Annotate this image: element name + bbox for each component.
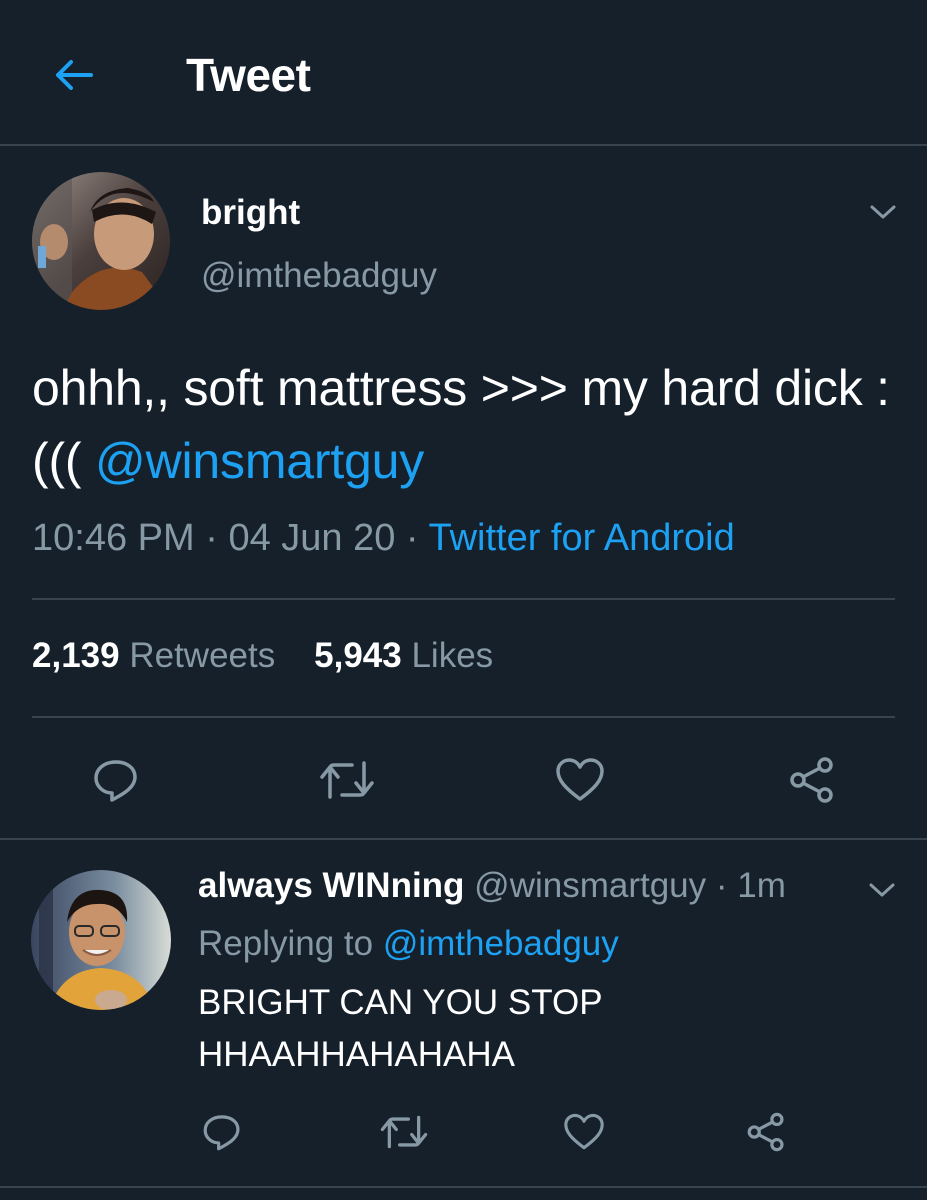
tweet-text: ohhh,, soft mattress >>> my hard dick :(… [32, 352, 912, 498]
reply-author-avatar[interactable] [31, 870, 171, 1010]
reply-menu-button[interactable] [862, 870, 902, 910]
replying-label: Replying to [198, 924, 383, 963]
replying-to-link[interactable]: @imthebadguy [383, 924, 619, 963]
like-button[interactable] [550, 752, 610, 808]
likes-count: 5,943 [314, 636, 402, 675]
tweet-mention-link[interactable]: @winsmartguy [95, 433, 424, 489]
tweet-menu-button[interactable] [863, 192, 903, 232]
tweet-meta: 10:46 PM · 04 Jun 20 · Twitter for Andro… [32, 517, 735, 560]
reply-header: always WINning @winsmartguy · 1m [198, 866, 786, 906]
reply-text: BRIGHT CAN YOU STOP HHAAHHAHAHAHA [198, 983, 603, 1074]
meta-separator: · [395, 517, 429, 559]
meta-separator: · [194, 517, 229, 559]
top-bar: Tweet [0, 0, 927, 146]
share-button[interactable] [782, 752, 842, 808]
like-icon [556, 758, 604, 801]
divider [32, 598, 895, 600]
chevron-down-icon [869, 883, 895, 897]
reply-separator: · [706, 866, 738, 905]
reply-button[interactable] [86, 752, 146, 808]
back-button[interactable] [46, 48, 100, 102]
tweet-date: 04 Jun 20 [228, 517, 396, 559]
comment-icon [203, 1115, 240, 1151]
likes-stat[interactable]: 5,943 Likes [314, 636, 493, 675]
divider [0, 838, 927, 840]
retweet-icon [320, 761, 374, 799]
page-title: Tweet [186, 49, 311, 101]
likes-label: Likes [411, 636, 494, 675]
like-icon [564, 1113, 604, 1150]
retweet-button[interactable] [314, 752, 380, 808]
chevron-down-icon [870, 205, 896, 219]
retweet-icon [380, 1115, 428, 1149]
tweet-time: 10:46 PM [32, 517, 195, 559]
tweet-stats: 2,139 Retweets 5,943 Likes [32, 636, 493, 676]
reply-comment-button[interactable] [198, 1108, 246, 1156]
comment-icon [94, 760, 137, 802]
tweet-source-link[interactable]: Twitter for Android [428, 517, 734, 559]
retweets-label: Retweets [129, 636, 276, 675]
reply-author-name[interactable]: always WINning [198, 866, 464, 905]
share-icon [790, 757, 833, 803]
reply-author-handle[interactable]: @winsmartguy [474, 866, 706, 905]
reply-like-button[interactable] [560, 1108, 608, 1156]
divider [0, 1186, 927, 1188]
reply-share-button[interactable] [742, 1108, 790, 1156]
reply-time[interactable]: 1m [737, 866, 786, 905]
author-avatar[interactable] [32, 172, 170, 310]
arrow-left-icon [56, 60, 93, 90]
author-name[interactable]: bright [201, 193, 300, 233]
share-icon [747, 1112, 784, 1152]
retweets-stat[interactable]: 2,139 Retweets [32, 636, 275, 675]
replying-to: Replying to @imthebadguy [198, 924, 619, 964]
retweets-count: 2,139 [32, 636, 120, 675]
divider [32, 716, 895, 718]
reply-retweet-button[interactable] [376, 1108, 432, 1156]
author-handle[interactable]: @imthebadguy [201, 256, 437, 296]
